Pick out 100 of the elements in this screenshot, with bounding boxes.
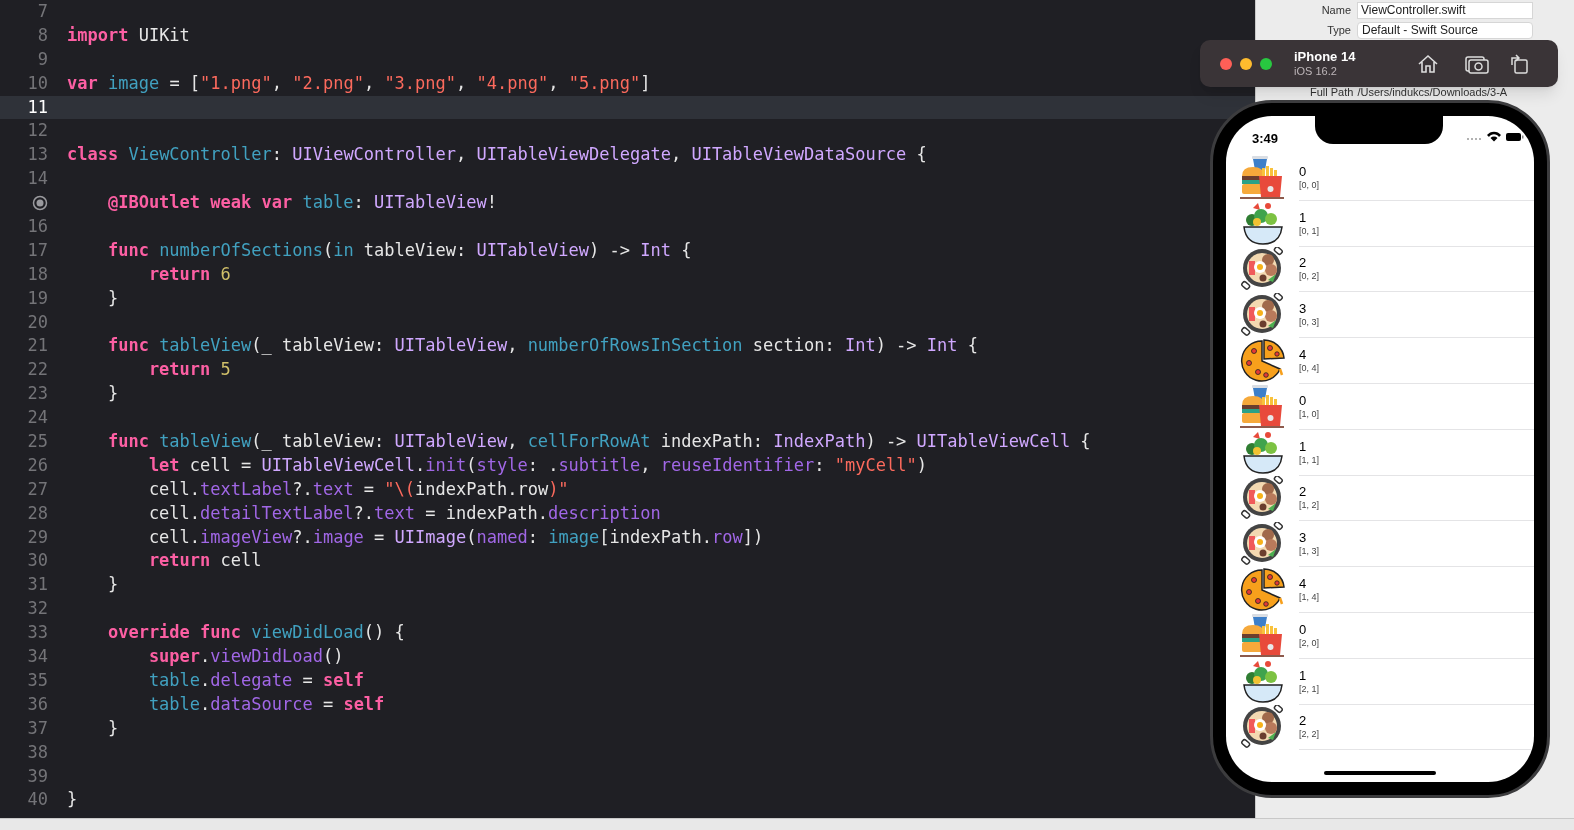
- full-path-label: Full Path: [1310, 87, 1354, 98]
- salad-bowl-icon: [1240, 430, 1286, 475]
- line-number: 20: [27, 310, 48, 334]
- code-line: func numberOfSections(in tableView: UITableView) -> Int {: [106, 238, 692, 262]
- cell-subtitle: [1, 2]: [1299, 499, 1319, 512]
- type-dropdown[interactable]: Default - Swift Source: [1357, 22, 1533, 39]
- code-line: }: [106, 382, 119, 406]
- code-line: import UIKit: [67, 23, 190, 47]
- code-line: }: [106, 286, 119, 310]
- frying-pan-food-icon: [1240, 476, 1286, 521]
- minimize-button[interactable]: [1240, 57, 1252, 70]
- cell-title: 3: [1299, 530, 1307, 546]
- rotate-icon[interactable]: [1509, 52, 1530, 75]
- line-number: 12: [27, 119, 48, 143]
- code-line: table.dataSource = self: [147, 692, 385, 716]
- cell-subtitle: [0, 1]: [1299, 224, 1319, 237]
- line-number: 24: [27, 406, 48, 430]
- line-number: 8: [37, 23, 48, 47]
- cell-subtitle: [1, 4]: [1299, 591, 1319, 604]
- line-number: 19: [27, 286, 48, 310]
- cell-title: 1: [1299, 667, 1307, 683]
- code-line: super.viewDidLoad(): [147, 645, 344, 669]
- cell-subtitle: [2, 0]: [1299, 636, 1319, 649]
- code-line: }: [67, 788, 78, 812]
- code-line: cell.detailTextLabel?.text = indexPath.description: [147, 501, 661, 525]
- line-number: 33: [27, 621, 48, 645]
- frying-pan-food-icon: [1240, 705, 1286, 750]
- code-line: func tableView(_ tableView: UITableView, numberOfRowsInSection section: Int) -> Int {: [106, 334, 979, 358]
- code-line: }: [106, 716, 119, 740]
- cell-title: 0: [1299, 163, 1307, 179]
- line-number: 14: [27, 167, 48, 191]
- cell-subtitle: [1, 0]: [1299, 407, 1319, 420]
- cell-title: 4: [1299, 347, 1307, 363]
- line-number: 11: [27, 95, 48, 119]
- code-line: cell.textLabel?.text = "\(indexPath.row)": [147, 477, 569, 501]
- frying-pan-food-icon: [1240, 522, 1286, 567]
- cell-subtitle: [0, 3]: [1299, 316, 1319, 329]
- os-version: iOS 16.2: [1294, 63, 1338, 78]
- line-number: 34: [27, 645, 48, 669]
- code-line: return cell: [147, 549, 262, 573]
- line-number: 18: [27, 262, 48, 286]
- line-number: 38: [27, 740, 48, 764]
- cell-subtitle: [0, 0]: [1299, 178, 1319, 191]
- line-number: 40: [27, 788, 48, 812]
- status-time: 3:49: [1252, 130, 1279, 148]
- line-number: 27: [27, 477, 48, 501]
- line-number: 26: [27, 453, 48, 477]
- pizza-icon: [1240, 568, 1286, 613]
- status-icons: [1466, 131, 1524, 143]
- line-number: 29: [27, 525, 48, 549]
- line-number: 10: [27, 71, 48, 95]
- burger-and-fries-icon: [1240, 155, 1286, 200]
- cell-title: 3: [1299, 301, 1307, 317]
- zoom-button[interactable]: [1260, 57, 1272, 70]
- burger-and-fries-icon: [1240, 384, 1286, 429]
- code-line: cell.imageView?.image = UIImage(named: image[indexPath.row]): [147, 525, 764, 549]
- code-line: override func viewDidLoad() {: [106, 621, 405, 645]
- pizza-icon: [1240, 339, 1286, 384]
- line-number: 37: [27, 716, 48, 740]
- line-number: 17: [27, 238, 48, 262]
- cell-subtitle: [2, 2]: [1299, 728, 1319, 741]
- line-number: 13: [27, 143, 48, 167]
- outlet-connection-icon[interactable]: [32, 195, 48, 212]
- line-number: 31: [27, 573, 48, 597]
- type-label: Type: [1326, 23, 1351, 39]
- cell-title: 0: [1299, 621, 1307, 637]
- salad-bowl-icon: [1240, 659, 1286, 704]
- cell-subtitle: [2, 1]: [1299, 682, 1319, 695]
- frying-pan-food-icon: [1240, 293, 1286, 338]
- code-line: return 6: [147, 262, 231, 286]
- full-path-value: /Users/indukcs/Downloads/3-A: [1357, 87, 1508, 98]
- line-number: 21: [27, 334, 48, 358]
- frying-pan-food-icon: [1240, 247, 1286, 292]
- line-number: 25: [27, 430, 48, 454]
- line-number: 28: [27, 501, 48, 525]
- name-field[interactable]: ViewController.swift: [1357, 2, 1533, 19]
- code-line: class ViewController: UIViewController, UITableViewDelegate, UITableViewDataSource {: [67, 143, 927, 167]
- line-number: 22: [27, 358, 48, 382]
- cell-subtitle: [0, 4]: [1299, 362, 1319, 375]
- line-number: 30: [27, 549, 48, 573]
- code-line: func tableView(_ tableView: UITableView, cellForRowAt indexPath: IndexPath) -> UITableViewCell {: [106, 430, 1091, 454]
- line-number: 32: [27, 597, 48, 621]
- code-line: @IBOutlet weak var table: UITableView!: [106, 191, 497, 215]
- code-line: var image = ["1.png", "2.png", "3.png", "4.png", "5.png"]: [67, 71, 651, 95]
- cell-title: 2: [1299, 484, 1307, 500]
- line-number: 9: [37, 47, 48, 71]
- name-label: Name: [1320, 3, 1351, 19]
- close-button[interactable]: [1220, 57, 1232, 70]
- device-name: iPhone 14: [1294, 49, 1356, 64]
- salad-bowl-icon: [1240, 201, 1286, 246]
- code-line: }: [106, 573, 119, 597]
- code-line: let cell = UITableViewCell.init(style: .subtitle, reuseIdentifier: "myCell"): [147, 453, 927, 477]
- cell-title: 1: [1299, 209, 1307, 225]
- cell-subtitle: [0, 2]: [1299, 270, 1319, 283]
- cell-title: 2: [1299, 255, 1307, 271]
- cell-subtitle: [1, 1]: [1299, 453, 1319, 466]
- home-icon[interactable]: [1417, 53, 1440, 74]
- screenshot-icon[interactable]: [1465, 53, 1490, 74]
- code-line: return 5: [147, 358, 231, 382]
- line-number: 36: [27, 692, 48, 716]
